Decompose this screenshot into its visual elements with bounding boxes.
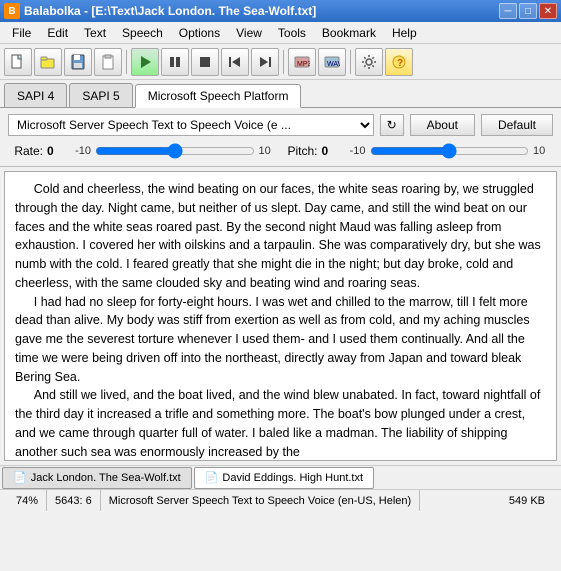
rate-max: 10	[259, 145, 279, 157]
pitch-slider[interactable]	[370, 142, 530, 160]
rate-group: Rate: 0 -10 10	[8, 142, 279, 160]
title-bar-left: B Balabolka - [E:\Text\Jack London. The …	[4, 3, 316, 19]
minimize-button[interactable]: ─	[499, 3, 517, 19]
toolbar-sep-1	[126, 50, 127, 74]
pitch-value: 0	[322, 144, 342, 158]
slider-row: Rate: 0 -10 10 Pitch: 0 -10 10	[8, 142, 553, 160]
export2-button[interactable]: WAV	[318, 48, 346, 76]
menu-view[interactable]: View	[228, 23, 270, 43]
toolbar: MP3 WAV ?	[0, 44, 561, 80]
title-bar: B Balabolka - [E:\Text\Jack London. The …	[0, 0, 561, 22]
tab-sapi5[interactable]: SAPI 5	[69, 83, 132, 107]
pitch-max: 10	[533, 145, 553, 157]
clipboard-button[interactable]	[94, 48, 122, 76]
document-tabs: 📄 Jack London. The Sea-Wolf.txt 📄 David …	[0, 465, 561, 489]
export1-button[interactable]: MP3	[288, 48, 316, 76]
voice-select[interactable]: Microsoft Server Speech Text to Speech V…	[8, 114, 374, 136]
doc-tab-1[interactable]: 📄 Jack London. The Sea-Wolf.txt	[2, 467, 192, 489]
tab-sapi4[interactable]: SAPI 4	[4, 83, 67, 107]
menu-bookmark[interactable]: Bookmark	[314, 23, 384, 43]
main-text-area[interactable]: Cold and cheerless, the wind beating on …	[4, 171, 557, 461]
doc-tab-icon-1: 📄	[13, 471, 27, 484]
menu-help[interactable]: Help	[384, 23, 425, 43]
about-button[interactable]: About	[410, 114, 475, 136]
doc-tab-label-1: Jack London. The Sea-Wolf.txt	[31, 472, 181, 484]
stop-button[interactable]	[191, 48, 219, 76]
svg-text:MP3: MP3	[297, 61, 310, 68]
window-title: Balabolka - [E:\Text\Jack London. The Se…	[24, 4, 316, 18]
close-button[interactable]: ✕	[539, 3, 557, 19]
doc-tab-label-2: David Eddings. High Hunt.txt	[222, 472, 363, 484]
new-button[interactable]	[4, 48, 32, 76]
voice-select-row: Microsoft Server Speech Text to Speech V…	[8, 114, 553, 136]
menu-options[interactable]: Options	[171, 23, 228, 43]
save-button[interactable]	[64, 48, 92, 76]
voice-status: Microsoft Server Speech Text to Speech V…	[101, 490, 420, 511]
size-status: 549 KB	[501, 490, 553, 511]
menu-edit[interactable]: Edit	[39, 23, 76, 43]
help-button[interactable]: ?	[385, 48, 413, 76]
rate-min: -10	[71, 145, 91, 157]
position-status: 5643: 6	[47, 490, 101, 511]
next-button[interactable]	[251, 48, 279, 76]
prev-button[interactable]	[221, 48, 249, 76]
rate-slider[interactable]	[95, 142, 255, 160]
text-content: Cold and cheerless, the wind beating on …	[15, 180, 546, 461]
play-button[interactable]	[131, 48, 159, 76]
toolbar-sep-2	[283, 50, 284, 74]
open-button[interactable]	[34, 48, 62, 76]
rate-value: 0	[47, 144, 67, 158]
status-bar: 74% 5643: 6 Microsoft Server Speech Text…	[0, 489, 561, 511]
toolbar-sep-3	[350, 50, 351, 74]
menu-bar: File Edit Text Speech Options View Tools…	[0, 22, 561, 44]
pitch-min: -10	[346, 145, 366, 157]
menu-tools[interactable]: Tools	[270, 23, 314, 43]
pitch-label: Pitch:	[283, 144, 318, 158]
settings-button[interactable]	[355, 48, 383, 76]
default-button[interactable]: Default	[481, 114, 553, 136]
pitch-group: Pitch: 0 -10 10	[283, 142, 554, 160]
doc-tab-icon-2: 📄	[205, 471, 219, 484]
refresh-button[interactable]: ↻	[380, 114, 404, 136]
menu-file[interactable]: File	[4, 23, 39, 43]
menu-speech[interactable]: Speech	[114, 23, 171, 43]
menu-text[interactable]: Text	[76, 23, 114, 43]
app-icon: B	[4, 3, 20, 19]
zoom-status: 74%	[8, 490, 47, 511]
maximize-button[interactable]: □	[519, 3, 537, 19]
voice-tab-bar: SAPI 4 SAPI 5 Microsoft Speech Platform	[0, 80, 561, 108]
svg-text:WAV: WAV	[327, 61, 340, 68]
voice-panel: Microsoft Server Speech Text to Speech V…	[0, 108, 561, 167]
doc-tab-2[interactable]: 📄 David Eddings. High Hunt.txt	[194, 467, 374, 489]
title-bar-controls: ─ □ ✕	[499, 3, 557, 19]
rate-label: Rate:	[8, 144, 43, 158]
svg-text:?: ?	[397, 58, 403, 69]
pause-button[interactable]	[161, 48, 189, 76]
tab-msp[interactable]: Microsoft Speech Platform	[135, 84, 302, 108]
